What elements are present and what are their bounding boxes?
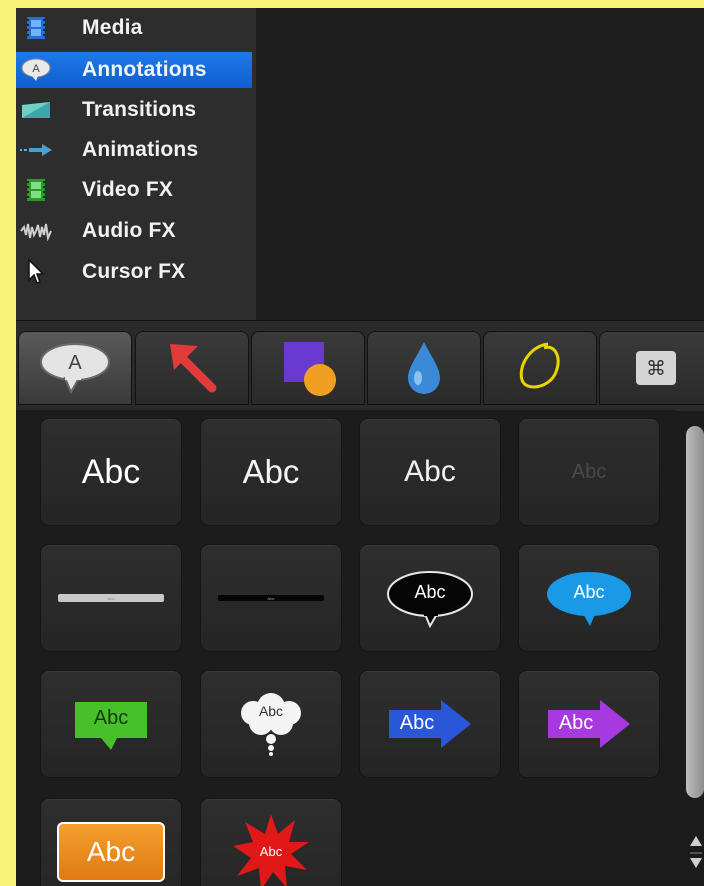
empty-preview-area: [256, 8, 704, 320]
animations-arrow-icon: [16, 132, 56, 168]
callout-text-faded[interactable]: Abc: [518, 418, 660, 526]
callout-arrow-blue[interactable]: Abc: [359, 670, 501, 778]
sidebar-item-annotations[interactable]: A Annotations: [16, 52, 252, 88]
media-filmstrip-icon: [16, 10, 56, 46]
callout-text: Abc: [93, 707, 129, 729]
callout-burst-red[interactable]: Abc: [200, 798, 342, 886]
category-sidebar: Media A Annotations Transitions Animatio…: [16, 8, 256, 320]
arrow-blue-shape: Abc: [385, 696, 475, 752]
sidebar-item-label: Audio FX: [82, 219, 176, 242]
sidebar-item-video-fx[interactable]: Video FX: [16, 172, 252, 208]
tab-keystroke[interactable]: ⌘: [599, 331, 704, 405]
sidebar-item-label: Video FX: [82, 178, 174, 201]
scroll-arrows[interactable]: [688, 826, 704, 886]
callout-text: Abc: [267, 595, 275, 601]
callout-box-orange[interactable]: Abc: [40, 798, 182, 886]
speech-blue-bubble: Abc: [544, 568, 634, 628]
speech-green-box: Abc: [71, 696, 151, 752]
sidebar-item-label: Animations: [82, 138, 199, 161]
sidebar-item-label: Transitions: [82, 98, 197, 121]
tab-callouts-glyph: A: [68, 352, 82, 374]
gallery-scrollbar-thumb[interactable]: [686, 426, 704, 798]
callout-text: Abc: [573, 582, 605, 602]
callout-text: Abc: [81, 452, 141, 491]
sidebar-item-media[interactable]: Media: [16, 10, 252, 46]
callout-text: Abc: [404, 455, 456, 488]
callout-text: Abc: [399, 712, 435, 734]
callout-lower-third-gray[interactable]: Abc: [40, 544, 182, 652]
sidebar-item-label: Cursor FX: [82, 260, 186, 283]
callout-text: Abc: [259, 844, 283, 859]
svg-text:A: A: [32, 63, 40, 75]
speech-bubble-icon: A: [35, 338, 115, 399]
callout-text-white[interactable]: Abc: [40, 418, 182, 526]
tab-sketch-motion[interactable]: [483, 331, 597, 405]
sidebar-item-cursor-fx[interactable]: Cursor FX: [16, 254, 252, 290]
burst-red-shape: Abc: [231, 812, 311, 886]
scroll-up-arrow-icon: [690, 836, 702, 846]
sidebar-item-label: Media: [82, 16, 143, 39]
callout-text: Abc: [414, 582, 446, 602]
arrow-purple-shape: Abc: [544, 696, 634, 752]
callout-lower-third-black[interactable]: Abc: [200, 544, 342, 652]
annotation-type-tabs: A ⌘: [16, 320, 704, 411]
sidebar-item-animations[interactable]: Animations: [16, 132, 252, 168]
callout-text: Abc: [86, 836, 136, 867]
tab-blur-highlight[interactable]: [367, 331, 481, 405]
callout-speech-black[interactable]: Abc: [359, 544, 501, 652]
thought-cloud-shape: Abc: [231, 691, 311, 757]
callout-arrow-purple[interactable]: Abc: [518, 670, 660, 778]
drop-icon: [404, 338, 444, 399]
video-fx-icon: [16, 172, 56, 208]
cursor-fx-pointer-icon: [16, 254, 56, 290]
callout-speech-green[interactable]: Abc: [40, 670, 182, 778]
callout-text: Abc: [242, 453, 300, 490]
tab-arrows[interactable]: [135, 331, 249, 405]
callout-gallery: Abc Abc Abc Abc Abc Abc Abc Abc Abc Abc …: [16, 410, 676, 886]
tab-callouts[interactable]: A: [18, 331, 132, 405]
audio-fx-waveform-icon: [16, 213, 56, 249]
sidebar-item-transitions[interactable]: Transitions: [16, 92, 252, 128]
shapes-icon: [276, 336, 340, 401]
sidebar-item-audio-fx[interactable]: Audio FX: [16, 213, 252, 249]
callout-text: Abc: [558, 712, 594, 734]
box-orange-shape: Abc: [57, 822, 165, 882]
library-panel: Media A Annotations Transitions Animatio…: [16, 8, 704, 886]
arrow-icon: [162, 336, 222, 401]
callout-thought-cloud[interactable]: Abc: [200, 670, 342, 778]
callout-speech-blue[interactable]: Abc: [518, 544, 660, 652]
sidebar-item-label: Annotations: [82, 58, 207, 81]
tab-shapes[interactable]: [251, 331, 365, 405]
transitions-icon: [16, 92, 56, 128]
annotations-bubble-icon: A: [16, 52, 56, 88]
command-key-icon: ⌘: [636, 351, 676, 385]
sketch-circle-icon: [510, 338, 570, 399]
callout-text: Abc: [107, 595, 115, 601]
scroll-down-arrow-icon: [690, 858, 702, 868]
callout-text: Abc: [258, 703, 284, 719]
callout-text: Abc: [571, 460, 607, 483]
callout-text-white-small[interactable]: Abc: [359, 418, 501, 526]
speech-black-bubble: Abc: [385, 568, 475, 628]
callout-text-white-light[interactable]: Abc: [200, 418, 342, 526]
